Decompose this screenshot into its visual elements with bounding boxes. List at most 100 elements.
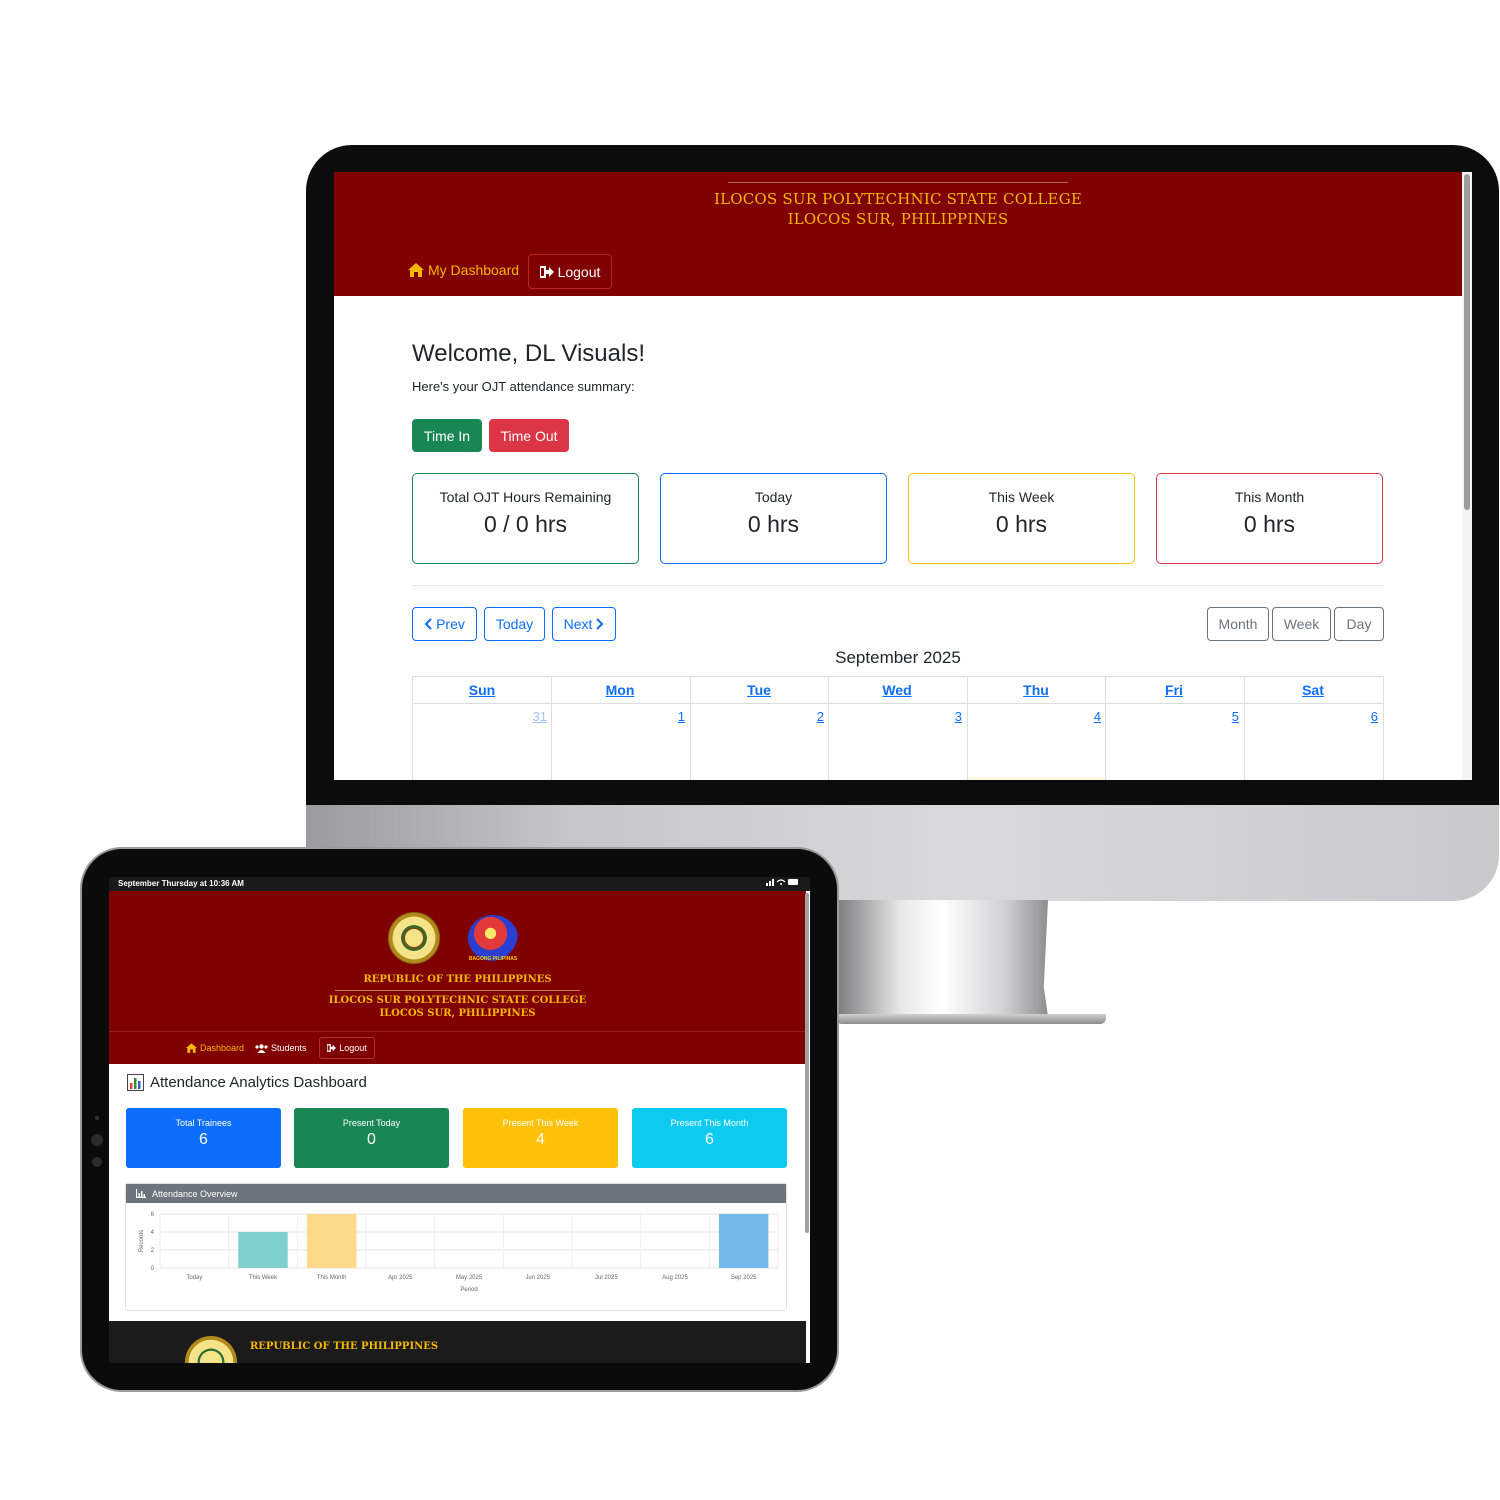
- nav-my-dashboard[interactable]: My Dashboard: [408, 262, 519, 278]
- card-label: This Month: [1234, 489, 1305, 505]
- page-scrollbar[interactable]: [805, 893, 809, 1233]
- status-icons: [766, 877, 800, 891]
- chart-bar: [238, 1232, 288, 1268]
- chevron-left-icon: [424, 618, 432, 630]
- users-icon: [255, 1043, 268, 1053]
- card-this-week: This Week 0 hrs: [908, 473, 1135, 564]
- logout-button[interactable]: Logout: [528, 254, 612, 289]
- tablet-camera: [92, 1157, 102, 1167]
- time-in-button[interactable]: Time In: [412, 419, 482, 452]
- card-present-this-week: Present This Week 4: [463, 1108, 618, 1168]
- card-present-today: Present Today 0: [294, 1108, 449, 1168]
- nav-students-label: Students: [271, 1043, 307, 1053]
- card-label: Total Trainees: [175, 1118, 232, 1128]
- x-tick-label: Aug 2025: [662, 1275, 688, 1281]
- x-tick-label: Sep 2025: [731, 1275, 757, 1281]
- next-label: Next: [563, 616, 593, 632]
- chart-bar: [306, 1214, 357, 1268]
- footer-republic-title: REPUBLIC OF THE PHILIPPINES: [250, 1341, 439, 1352]
- nav-dashboard[interactable]: Dashboard: [186, 1043, 244, 1053]
- logout-icon: [539, 265, 554, 278]
- monitor-base: [836, 1014, 1106, 1024]
- card-label: Present This Month: [670, 1118, 749, 1128]
- day-header-sun[interactable]: Sun: [413, 682, 551, 698]
- attendance-bar-chart: 0 2 4 6 Today This Week This Month Apr 2025 May …: [139, 1212, 779, 1293]
- nav-students[interactable]: Students: [255, 1043, 307, 1053]
- calendar-today-button[interactable]: Today: [484, 607, 545, 641]
- college-name: ILOCOS SUR POLYTECHNIC STATE COLLEGE: [328, 995, 587, 1006]
- college-province: ILOCOS SUR, PHILIPPINES: [787, 210, 1009, 228]
- page-title: Attendance Analytics Dashboard: [127, 1074, 367, 1091]
- calendar-date-2[interactable]: 2: [690, 709, 828, 724]
- card-value: 0 hrs: [747, 511, 800, 537]
- card-this-month: This Month 0 hrs: [1156, 473, 1383, 564]
- calendar-title: September 2025: [835, 648, 961, 667]
- monitor-stand: [838, 900, 1048, 1016]
- view-month-button[interactable]: Month: [1207, 607, 1269, 641]
- calendar-date-1[interactable]: 1: [551, 709, 689, 724]
- card-label: This Week: [988, 489, 1055, 505]
- nav-divider: [109, 1031, 806, 1032]
- site-footer: REPUBLIC OF THE PHILIPPINES: [109, 1321, 806, 1363]
- y-tick-label: 6: [151, 1212, 155, 1218]
- section-divider: [412, 585, 1384, 586]
- calendar-date-4[interactable]: 4: [967, 709, 1105, 724]
- day-header-sat[interactable]: Sat: [1244, 682, 1382, 698]
- calendar-date-5[interactable]: 5: [1105, 709, 1243, 724]
- day-header-wed[interactable]: Wed: [828, 682, 966, 698]
- college-province: ILOCOS SUR, PHILIPPINES: [379, 1008, 536, 1019]
- scrollbar-thumb[interactable]: [1464, 174, 1470, 510]
- status-bar: September Thursday at 10:36 AM: [109, 877, 810, 891]
- calendar-date-3[interactable]: 3: [828, 709, 966, 724]
- calendar-header-divider: [413, 703, 1383, 704]
- calendar-grid: Sun Mon Tue Wed Thu Fri Sat 31 1 2 3 4 5…: [412, 676, 1384, 780]
- tablet-camera: [91, 1134, 103, 1146]
- tablet-screen: September Thursday at 10:36 AM BAGONG PI…: [109, 877, 810, 1363]
- nav-dashboard-label: My Dashboard: [428, 262, 520, 278]
- bagong-pilipinas-wordmark: BAGONG PILIPINAS: [468, 956, 518, 962]
- logout-label: Logout: [557, 263, 601, 280]
- logout-icon: [327, 1044, 337, 1052]
- day-header-thu[interactable]: Thu: [967, 682, 1105, 698]
- view-day-button[interactable]: Day: [1334, 607, 1384, 641]
- calendar-prev-button[interactable]: Prev: [412, 607, 477, 641]
- welcome-subtitle: Here's your OJT attendance summary:: [412, 379, 635, 394]
- attendance-overview-panel: Attendance Overview 0 2 4 6 Today This Week Th…: [125, 1183, 787, 1311]
- x-tick-label: Apr 2025: [388, 1275, 413, 1281]
- time-out-button[interactable]: Time Out: [489, 419, 569, 452]
- logout-label: Logout: [339, 1043, 367, 1053]
- y-tick-label: 0: [151, 1266, 155, 1272]
- day-header-tue[interactable]: Tue: [690, 682, 828, 698]
- footer-seal-logo: [185, 1336, 237, 1363]
- seal-emblem: [403, 927, 425, 949]
- card-value: 6: [199, 1131, 208, 1148]
- card-value: 6: [705, 1131, 714, 1148]
- logout-button[interactable]: Logout: [319, 1037, 375, 1059]
- day-header-fri[interactable]: Fri: [1105, 682, 1243, 698]
- x-tick-label: This Week: [249, 1275, 278, 1281]
- y-tick-label: 2: [151, 1248, 155, 1254]
- prev-label: Prev: [436, 616, 465, 632]
- card-value: 0: [367, 1131, 376, 1148]
- today-highlight: [967, 777, 1105, 780]
- bagong-pilipinas-logo: [468, 915, 518, 961]
- home-icon: [408, 263, 424, 277]
- page-scrollbar[interactable]: [1462, 172, 1472, 780]
- site-header: ILOCOS SUR POLYTECHNIC STATE COLLEGE ILO…: [334, 172, 1462, 296]
- site-header: BAGONG PILIPINAS REPUBLIC OF THE PHILIPP…: [109, 891, 806, 1064]
- view-week-button[interactable]: Week: [1272, 607, 1331, 641]
- home-icon: [186, 1043, 197, 1053]
- x-tick-label: This Month: [317, 1275, 347, 1281]
- calendar-next-button[interactable]: Next: [552, 607, 616, 641]
- card-value: 0 / 0 hrs: [483, 511, 568, 537]
- nav-dashboard-label: Dashboard: [200, 1043, 245, 1053]
- calendar-date-6[interactable]: 6: [1244, 709, 1382, 724]
- calendar-date-31[interactable]: 31: [413, 709, 551, 724]
- welcome-heading: Welcome, DL Visuals!: [412, 340, 645, 367]
- chart-area-icon: [136, 1189, 146, 1198]
- card-label: Present This Week: [502, 1118, 579, 1128]
- day-header-mon[interactable]: Mon: [551, 682, 689, 698]
- x-tick-label: Today: [186, 1275, 202, 1281]
- card-label: Present Today: [342, 1118, 401, 1128]
- status-time: September Thursday at 10:36 AM: [118, 879, 244, 888]
